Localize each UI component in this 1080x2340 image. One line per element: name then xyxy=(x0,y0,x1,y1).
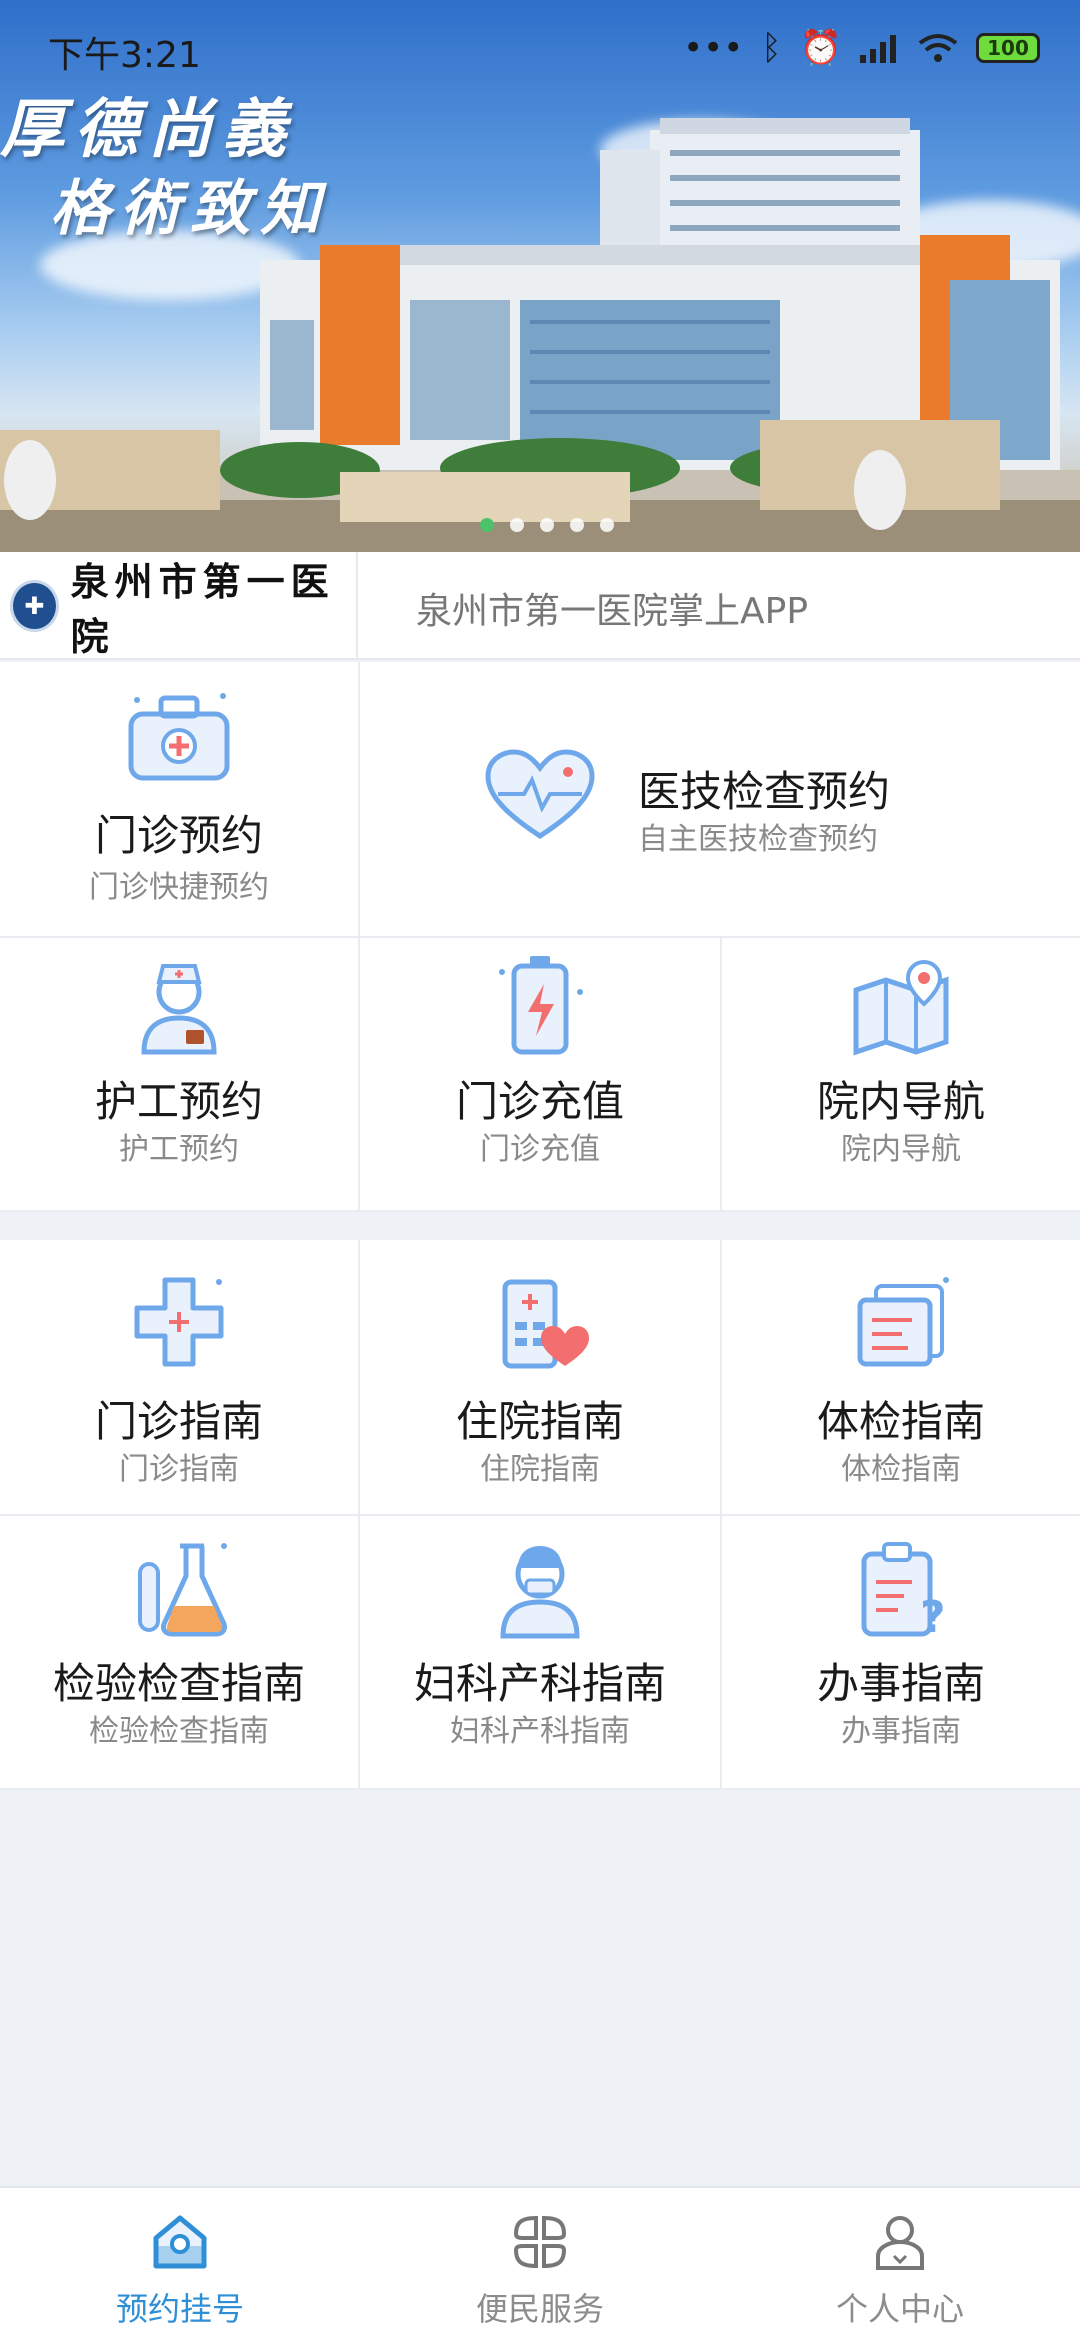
guide-title: 办事指南 xyxy=(816,1659,985,1708)
nav-item-profile[interactable]: 个人中心 xyxy=(720,2188,1080,2340)
nav-item-appointment[interactable]: 预约挂号 xyxy=(0,2188,360,2340)
carousel-indicator xyxy=(480,518,614,532)
guide-subtitle: 妇科产科指南 xyxy=(450,1714,630,1749)
service-title: 护工预约 xyxy=(94,1077,263,1126)
service-title: 院内导航 xyxy=(816,1077,985,1126)
service-title: 医技检查预约 xyxy=(638,767,891,816)
guide-title: 体检指南 xyxy=(816,1397,985,1446)
service-title: 门诊充值 xyxy=(455,1077,624,1126)
wifi-icon xyxy=(918,34,958,62)
services-section: 门诊预约 门诊快捷预约 医技检查预约 自主医技检查预约 护工预约 护工预约 门诊… xyxy=(0,662,1080,1212)
app-title: 泉州市第一医院掌上APP xyxy=(416,591,809,632)
carousel-dot[interactable] xyxy=(540,518,554,532)
guide-title: 门诊指南 xyxy=(94,1397,263,1446)
hospital-heart-icon xyxy=(502,1279,589,1369)
medical-kit-icon xyxy=(128,693,230,781)
documents-icon xyxy=(857,1277,949,1367)
clipboard-question-icon: ? xyxy=(861,1542,946,1640)
carousel-dot[interactable] xyxy=(570,518,584,532)
heart-pulse-icon xyxy=(485,749,595,839)
service-subtitle: 门诊充值 xyxy=(480,1132,600,1167)
guide-lab-test[interactable]: 检验检查指南 检验检查指南 xyxy=(0,1516,360,1790)
guide-outpatient[interactable]: 门诊指南 门诊指南 xyxy=(0,1240,360,1516)
doctor-icon xyxy=(500,1546,580,1639)
home-icon xyxy=(153,2215,207,2269)
hospital-logo: ✚ 泉州市第一医院 xyxy=(0,552,358,660)
banner-carousel[interactable]: 下午3:21 ••• ᛒ ⏰ 100 厚德尚義 格術致知 xyxy=(0,0,1080,552)
service-subtitle: 门诊快捷预约 xyxy=(89,870,269,905)
guide-physical-exam[interactable]: 体检指南 体检指南 xyxy=(722,1240,1080,1516)
guide-subtitle: 检验检查指南 xyxy=(89,1714,269,1749)
cross-icon xyxy=(134,1277,224,1367)
carousel-dot[interactable] xyxy=(600,518,614,532)
service-subtitle: 护工预约 xyxy=(119,1132,239,1167)
map-pin-icon xyxy=(853,959,949,1056)
bluetooth-icon: ᛒ xyxy=(761,28,782,68)
alarm-icon: ⏰ xyxy=(799,28,842,68)
guide-title: 住院指南 xyxy=(455,1397,624,1446)
signal-icon xyxy=(860,35,896,63)
bottom-navigation: 预约挂号 便民服务 个人中心 xyxy=(0,2186,1080,2340)
grid-service-icon xyxy=(513,2215,567,2269)
nav-label: 个人中心 xyxy=(835,2290,964,2328)
nav-item-services[interactable]: 便民服务 xyxy=(360,2188,720,2340)
guide-title: 检验检查指南 xyxy=(52,1659,305,1708)
more-dots-icon: ••• xyxy=(683,28,744,68)
service-exam-appointment[interactable]: 医技检查预约 自主医技检查预约 xyxy=(360,662,1080,938)
battery-icon: 100 xyxy=(976,33,1040,63)
status-time: 下午3:21 xyxy=(48,35,201,76)
carousel-dot[interactable] xyxy=(480,518,494,532)
nurse-icon xyxy=(141,964,217,1055)
guide-inpatient[interactable]: 住院指南 住院指南 xyxy=(360,1240,722,1516)
service-outpatient-appointment[interactable]: 门诊预约 门诊快捷预约 xyxy=(0,662,360,938)
nav-label: 预约挂号 xyxy=(115,2290,244,2328)
hospital-emblem-icon: ✚ xyxy=(10,580,59,632)
guide-subtitle: 门诊指南 xyxy=(119,1452,239,1487)
service-caregiver-appointment[interactable]: 护工预约 护工预约 xyxy=(0,938,360,1212)
nav-label: 便民服务 xyxy=(475,2290,604,2328)
guide-obstetrics-gynecology[interactable]: 妇科产科指南 妇科产科指南 xyxy=(360,1516,722,1790)
svg-text:?: ? xyxy=(920,1592,946,1640)
guide-subtitle: 体检指南 xyxy=(841,1452,961,1487)
banner-calligraphy-line2: 格術致知 xyxy=(50,174,330,244)
guides-section: 门诊指南 门诊指南 住院指南 住院指南 体检指南 体检指南 检验检查指南 检验检… xyxy=(0,1240,1080,1790)
user-icon xyxy=(876,2216,924,2270)
service-title: 门诊预约 xyxy=(94,811,263,860)
hospital-header: ✚ 泉州市第一医院 泉州市第一医院掌上APP xyxy=(0,552,1080,660)
battery-charge-icon xyxy=(499,956,583,1055)
service-indoor-navigation[interactable]: 院内导航 院内导航 xyxy=(722,938,1080,1212)
guide-subtitle: 办事指南 xyxy=(841,1714,961,1749)
lab-flask-icon xyxy=(138,1543,227,1637)
service-outpatient-recharge[interactable]: 门诊充值 门诊充值 xyxy=(360,938,722,1212)
service-subtitle: 院内导航 xyxy=(841,1132,961,1167)
guide-subtitle: 住院指南 xyxy=(480,1452,600,1487)
status-icons: ••• ᛒ ⏰ 100 xyxy=(683,28,1040,68)
hospital-logo-text: 泉州市第一医院 xyxy=(70,559,335,659)
service-subtitle: 自主医技检查预约 xyxy=(638,822,878,857)
carousel-dot[interactable] xyxy=(510,518,524,532)
guide-affairs[interactable]: ? 办事指南 办事指南 xyxy=(722,1516,1080,1790)
banner-calligraphy-line1: 厚德尚義 xyxy=(0,92,296,167)
guide-title: 妇科产科指南 xyxy=(413,1659,666,1708)
